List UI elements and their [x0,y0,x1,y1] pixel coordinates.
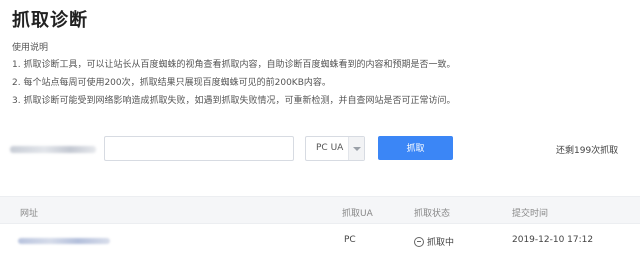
page-title: 抓取诊断 [12,10,88,31]
usage-line: 1. 抓取诊断工具，可以让站长从百度蜘蛛的视角查看抓取内容，自助诊断百度蜘蛛看到… [12,60,456,70]
row-ua: PC [344,235,356,245]
ua-dropdown-toggle[interactable] [348,137,364,160]
usage-line: 2. 每个站点每周可使用200次，抓取结果只展现百度蜘蛛可见的前200KB内容。 [12,78,331,88]
fetch-button[interactable]: 抓取 [378,136,453,160]
row-time: 2019-12-10 17:12 [512,235,594,245]
column-header-url: 网址 [20,209,39,219]
chevron-down-icon [353,147,361,151]
table-header: 网址 抓取UA 抓取状态 提交时间 [0,196,640,224]
ua-select[interactable]: PC UA [305,136,365,161]
column-header-ua: 抓取UA [342,209,373,219]
in-progress-icon [414,236,424,247]
usage-heading: 使用说明 [12,43,49,53]
row-status: 抓取中 [414,235,454,248]
column-header-time: 提交时间 [512,209,549,219]
url-input[interactable] [104,136,294,161]
row-status-label: 抓取中 [427,238,455,248]
table-row[interactable]: PC 抓取中 2019-12-10 17:12 [0,226,640,254]
usage-line: 3. 抓取诊断可能受到网络影响造成抓取失败，如遇到抓取失败情况，可重新检测，并自… [12,96,456,106]
site-label-redacted [10,146,96,153]
row-url-redacted[interactable] [18,238,110,244]
column-header-status: 抓取状态 [414,209,451,219]
ua-select-value: PC UA [316,143,344,153]
remaining-count: 还剩199次抓取 [556,146,619,156]
